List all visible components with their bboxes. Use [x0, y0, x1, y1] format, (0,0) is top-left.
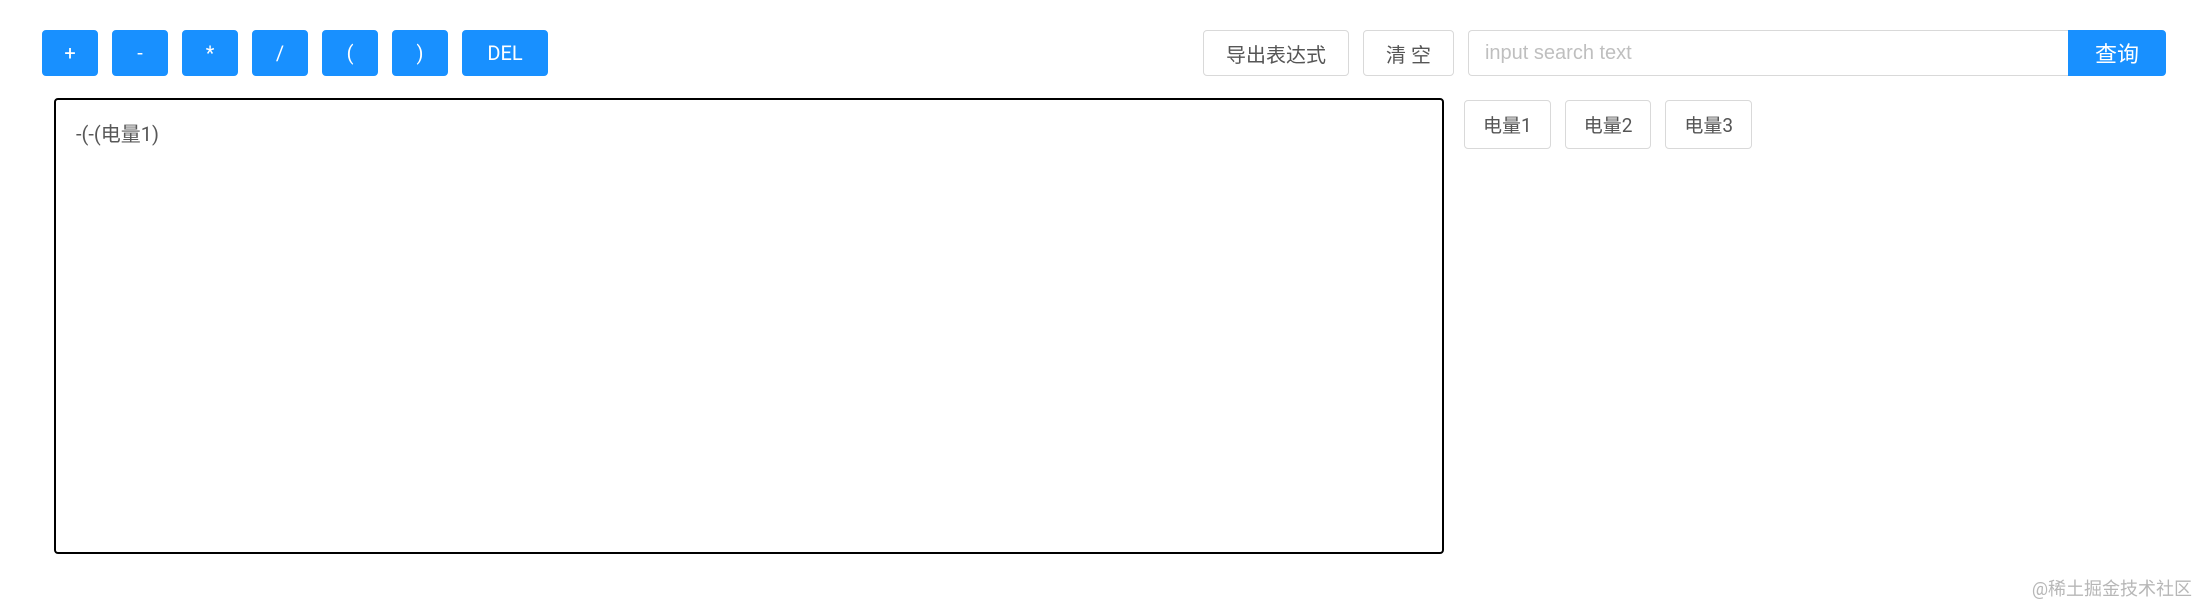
expression-area[interactable]: -(-(电量1) [54, 98, 1444, 554]
watermark: @稀土掘金技术社区 [2032, 575, 2192, 601]
minus-button[interactable]: - [112, 30, 168, 76]
delete-button[interactable]: DEL [462, 30, 548, 76]
divide-button[interactable]: / [252, 30, 308, 76]
left-paren-button[interactable]: ( [322, 30, 378, 76]
right-paren-button[interactable]: ) [392, 30, 448, 76]
expression-text: -(-(电量1) [76, 122, 159, 146]
operator-button-group: + - * / ( ) DEL [42, 30, 548, 76]
tag-item[interactable]: 电量1 [1464, 100, 1551, 149]
tag-item[interactable]: 电量3 [1665, 100, 1752, 149]
right-controls: 导出表达式 清 空 查询 [1203, 30, 2166, 76]
clear-button[interactable]: 清 空 [1363, 30, 1454, 76]
search-input[interactable] [1468, 30, 2068, 76]
multiply-button[interactable]: * [182, 30, 238, 76]
search-button[interactable]: 查询 [2068, 30, 2166, 76]
tag-item[interactable]: 电量2 [1565, 100, 1652, 149]
search-group: 查询 [1468, 30, 2166, 76]
toolbar-row: + - * / ( ) DEL 导出表达式 清 空 查询 [42, 30, 2166, 76]
tag-list: 电量1 电量2 电量3 [1464, 98, 1752, 149]
export-expression-button[interactable]: 导出表达式 [1203, 30, 1349, 76]
plus-button[interactable]: + [42, 30, 98, 76]
main-row: -(-(电量1) 电量1 电量2 电量3 [42, 98, 2166, 554]
